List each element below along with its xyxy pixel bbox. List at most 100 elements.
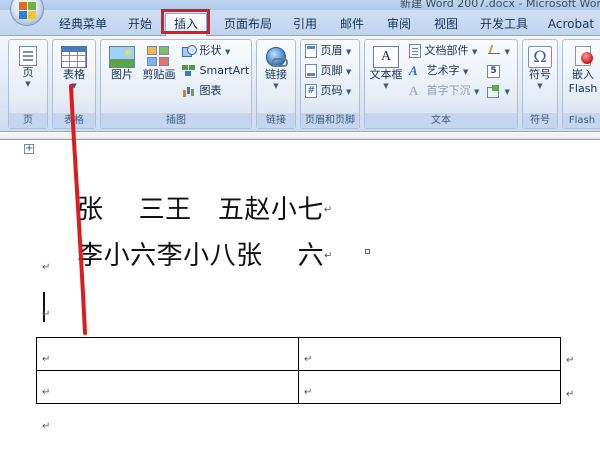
page-icon (19, 46, 37, 66)
dropdown-arrow-icon: ▼ (346, 88, 352, 96)
table-cell[interactable]: ↵ (36, 337, 299, 371)
dropdown-arrow-icon: ▼ (504, 48, 510, 56)
group-text: A 文本框 ▼ 文档部件 ▼ A 艺术字 ▼ A 首字下沉 ▼ ▼ 5 ▼ 文本 (364, 39, 518, 129)
document-page[interactable]: + 张 三王 五赵小七↵ 李小六李小八张 六↵ ↵ ↵ ↵ ↵ ↵ ↵ ↵ ↵ … (0, 133, 600, 462)
table-cell[interactable]: ↵ (298, 370, 561, 404)
table-move-handle-icon[interactable]: + (24, 144, 34, 154)
insert-tab-highlight-box (161, 9, 210, 34)
document-line-2[interactable]: 李小六李小八张 六 ↵ (42, 208, 332, 305)
text-selection-handle[interactable] (365, 249, 370, 254)
dropdown-arrow-icon: ▼ (537, 82, 543, 90)
document-table[interactable]: ↵ ↵ ↵ ↵ (36, 337, 561, 404)
dropdown-arrow-icon: ▼ (474, 88, 480, 96)
tab-references[interactable]: 引用 (286, 14, 324, 34)
tab-page-layout[interactable]: 页面布局 (218, 14, 278, 34)
ribbon-tab-bar: 经典菜单 开始 插入 页面布局 引用 邮件 审阅 视图 开发工具 Acrobat (0, 10, 600, 37)
tab-home[interactable]: 开始 (120, 14, 160, 34)
chart-label: 图表 (199, 84, 222, 97)
smartart-label: SmartArt (199, 64, 250, 77)
picture-button[interactable]: 图片 (105, 46, 139, 82)
smartart-button[interactable]: SmartArt (182, 63, 249, 79)
empty-paragraph[interactable]: ↵ (42, 309, 50, 320)
table-label: 表格 (63, 68, 85, 81)
links-button[interactable]: 链接 ▼ (260, 46, 292, 91)
quick-parts-label: 文档部件 (424, 44, 469, 57)
quick-parts-icon (409, 44, 421, 58)
flash-label: Flash (568, 82, 598, 95)
group-flash: 嵌入 Flash Flash (562, 39, 600, 129)
textbox-icon: A (373, 46, 399, 68)
tab-acrobat[interactable]: Acrobat (544, 14, 598, 34)
smartart-icon (182, 65, 196, 77)
pages-button[interactable]: 页 ▼ (13, 46, 43, 89)
dropdown-arrow-icon: ▼ (346, 68, 352, 76)
dropcap-icon: A (409, 83, 419, 98)
table-cell[interactable]: ↵ (36, 370, 299, 404)
group-label-illustrations: 插图 (101, 113, 251, 128)
textbox-label: 文本框 (369, 68, 403, 81)
table-cell[interactable]: ↵ (298, 337, 561, 371)
table-button[interactable]: 表格 ▼ (56, 46, 92, 91)
symbols-button[interactable]: Ω 符号 ▼ (525, 46, 555, 91)
window-title-bar: 新建 Word 2007.docx - Microsoft Word (0, 0, 600, 10)
shapes-button[interactable]: 形状 ▼ (182, 43, 230, 60)
footer-button[interactable]: 页脚 ▼ (305, 63, 351, 80)
ribbon-insert-panel: 页 ▼ 页 表格 ▼ 表格 图片 剪贴画 形状 ▼ SmartArt 图表 插图… (0, 36, 600, 132)
date-time-icon: 5 (487, 64, 500, 78)
header-button[interactable]: 页眉 ▼ (305, 43, 351, 60)
footer-label: 页脚 (320, 64, 343, 77)
group-pages: 页 ▼ 页 (8, 39, 48, 129)
links-label: 链接 (265, 68, 287, 81)
group-label-pages: 页 (9, 113, 47, 128)
dropdown-arrow-icon: ▼ (225, 48, 231, 56)
group-label-text: 文本 (365, 113, 517, 128)
page-number-label: 页码 (320, 84, 343, 97)
dropcap-label: 首字下沉 (426, 84, 471, 97)
group-label-tables: 表格 (53, 113, 95, 128)
object-icon (487, 84, 501, 98)
textbox-button[interactable]: A 文本框 ▼ (367, 46, 405, 91)
clipart-button[interactable]: 剪贴画 (141, 46, 177, 82)
empty-paragraph[interactable]: ↵ (42, 262, 50, 273)
page-number-button[interactable]: 页码 ▼ (305, 83, 351, 100)
group-label-header-footer: 页眉和页脚 (301, 113, 359, 128)
shapes-label: 形状 (199, 44, 222, 57)
symbols-label: 符号 (529, 68, 551, 81)
wordart-button[interactable]: A 艺术字 ▼ (409, 63, 468, 80)
chart-icon (182, 85, 196, 97)
group-header-footer: 页眉 ▼ 页脚 ▼ 页码 ▼ 页眉和页脚 (300, 39, 360, 129)
tab-developer[interactable]: 开发工具 (474, 14, 534, 34)
row-end-mark: ↵ (566, 355, 575, 366)
window-title: 新建 Word 2007.docx - Microsoft Word (400, 0, 600, 10)
date-time-button[interactable]: 5 (487, 63, 500, 79)
signature-line-button[interactable]: ▼ (487, 43, 510, 60)
dropdown-arrow-icon: ▼ (25, 80, 31, 88)
group-label-links: 链接 (257, 113, 295, 128)
wordart-label: 艺术字 (426, 64, 460, 77)
group-label-flash: Flash (563, 113, 600, 128)
dropdown-arrow-icon: ▼ (71, 82, 77, 90)
tab-mailings[interactable]: 邮件 (333, 14, 371, 34)
object-button[interactable]: ▼ (487, 83, 510, 100)
dropdown-arrow-icon: ▼ (273, 82, 279, 90)
dropcap-button[interactable]: A 首字下沉 ▼ (409, 83, 479, 100)
dropdown-arrow-icon: ▼ (504, 88, 510, 96)
chart-button[interactable]: 图表 (182, 83, 222, 99)
tab-classic-menu[interactable]: 经典菜单 (54, 14, 112, 34)
group-symbols: Ω 符号 ▼ 符号 (522, 39, 558, 129)
tab-view[interactable]: 视图 (427, 14, 465, 34)
wordart-icon: A (409, 63, 418, 78)
line-2-text: 李小六李小八张 六 (77, 241, 325, 271)
empty-paragraph[interactable]: ↵ (42, 421, 50, 432)
quick-parts-button[interactable]: 文档部件 ▼ (409, 43, 477, 60)
row-end-mark: ↵ (566, 389, 575, 400)
embed-label: 嵌入 (572, 68, 594, 81)
dropdown-arrow-icon: ▼ (472, 48, 478, 56)
page-separator-line (0, 139, 600, 140)
flash-icon (571, 44, 595, 68)
dropdown-arrow-icon: ▼ (383, 82, 389, 90)
embed-flash-button[interactable]: 嵌入 Flash (565, 44, 600, 96)
tab-review[interactable]: 审阅 (380, 14, 418, 34)
clipart-icon (147, 46, 171, 68)
group-label-symbols: 符号 (523, 113, 557, 128)
